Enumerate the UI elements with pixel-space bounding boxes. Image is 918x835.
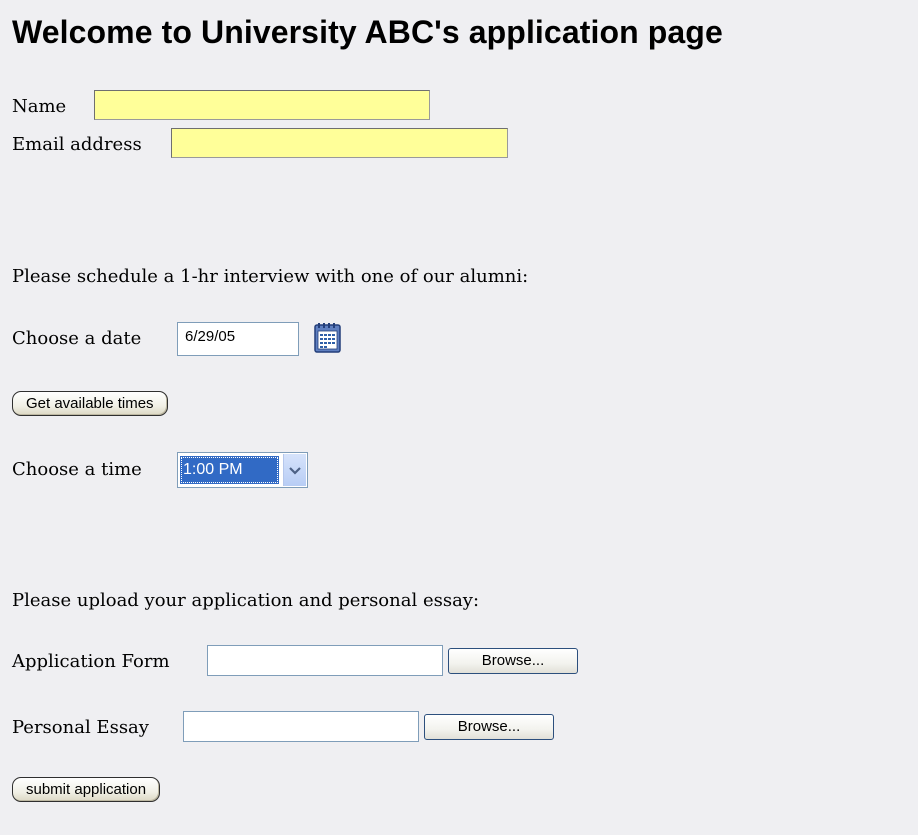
chevron-down-icon[interactable] <box>283 454 306 486</box>
application-form-label: Application Form <box>12 651 170 672</box>
application-page: Welcome to University ABC's application … <box>0 0 918 835</box>
time-select-value: 1:00 PM <box>180 456 279 484</box>
name-input[interactable] <box>94 90 430 120</box>
submit-application-button[interactable]: submit application <box>12 777 161 802</box>
page-title: Welcome to University ABC's application … <box>12 14 723 50</box>
date-input[interactable]: 6/29/05 <box>177 322 299 356</box>
interview-instructions: Please schedule a 1-hr interview with on… <box>12 266 529 287</box>
get-available-times-button[interactable]: Get available times <box>12 391 168 416</box>
essay-browse-button[interactable]: Browse... <box>424 714 554 740</box>
personal-essay-label: Personal Essay <box>12 717 149 738</box>
name-label: Name <box>12 96 67 117</box>
upload-instructions: Please upload your application and perso… <box>12 590 480 611</box>
time-label: Choose a time <box>12 459 142 480</box>
application-browse-button[interactable]: Browse... <box>448 648 578 674</box>
date-label: Choose a date <box>12 328 142 349</box>
personal-essay-file-input[interactable] <box>183 711 419 742</box>
time-select[interactable]: 1:00 PM <box>177 452 308 488</box>
application-form-file-input[interactable] <box>207 645 443 676</box>
calendar-icon[interactable] <box>314 322 342 354</box>
email-input[interactable] <box>171 128 508 158</box>
email-label: Email address <box>12 134 142 155</box>
